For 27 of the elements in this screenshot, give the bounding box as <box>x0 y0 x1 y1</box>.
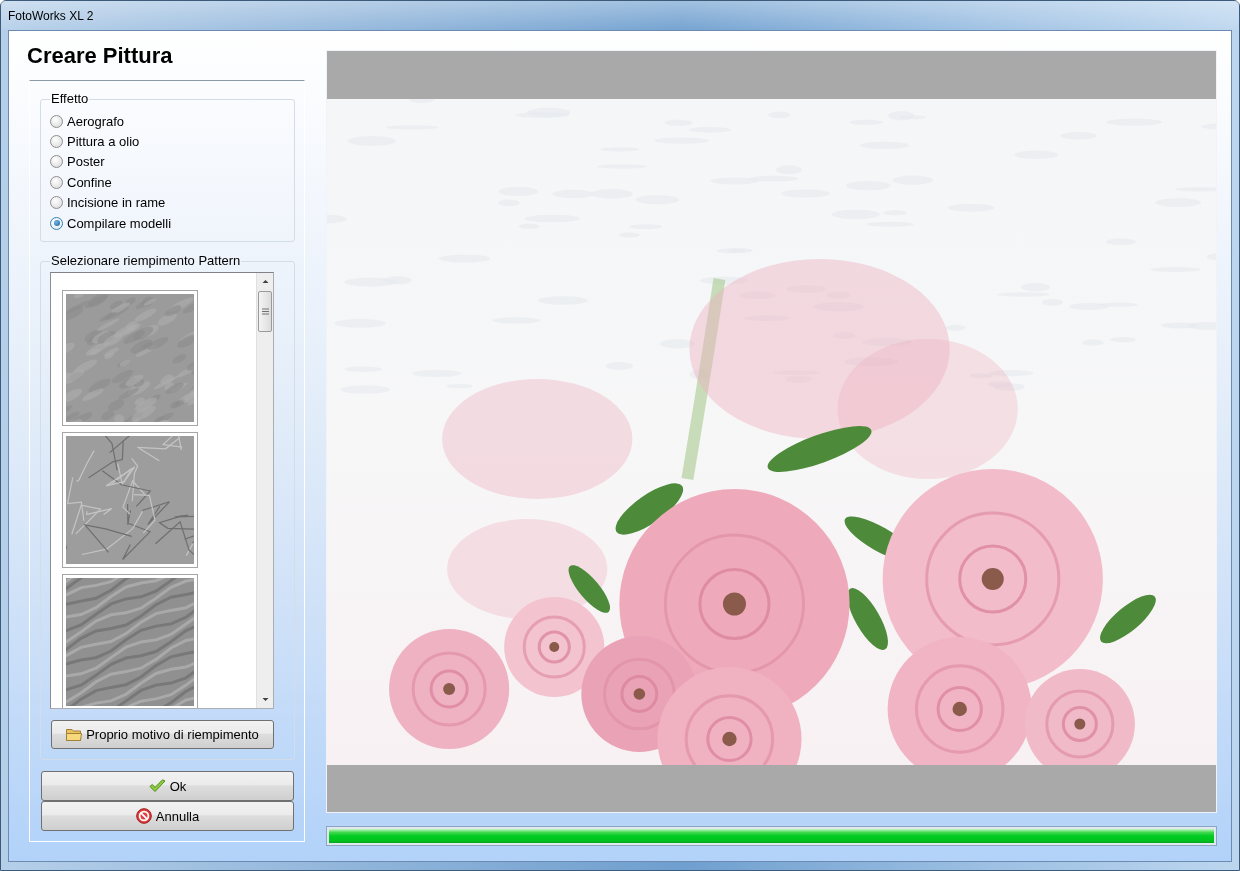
radio-button[interactable] <box>50 216 63 230</box>
scrollbar-thumb[interactable] <box>258 291 272 333</box>
radio-button[interactable] <box>50 196 63 210</box>
texture-thumbnail[interactable] <box>62 432 198 569</box>
texture-thumbnail[interactable] <box>62 290 198 427</box>
texture-thumbnail[interactable] <box>62 574 198 709</box>
folder-icon <box>66 728 83 742</box>
radio-label[interactable]: Incisione in rame <box>67 195 166 211</box>
group-label: Effetto <box>50 92 90 106</box>
radio-button[interactable] <box>50 175 63 189</box>
window-title: FotoWorks XL 2 <box>8 8 94 23</box>
radio-button[interactable] <box>50 114 63 128</box>
cancel-button[interactable]: Annulla <box>41 801 294 832</box>
checkmark-icon <box>148 779 166 794</box>
radio-button[interactable] <box>50 135 63 149</box>
radio-label[interactable]: Confine <box>67 174 112 190</box>
radio-label[interactable]: Aerografo <box>67 113 125 129</box>
group-label: Selezionare riempimento Pattern <box>50 254 242 269</box>
own-pattern-button[interactable]: Proprio motivo di riempimento <box>51 720 274 750</box>
radio-button[interactable] <box>50 155 63 169</box>
radio-label[interactable]: Pittura a olio <box>67 134 140 150</box>
radio-label[interactable]: Compilare modelli <box>67 215 172 231</box>
dialog-heading: Creare Pittura <box>27 43 174 69</box>
ok-button[interactable]: Ok <box>41 771 294 802</box>
no-entry-icon <box>135 808 152 825</box>
scrollbar-track[interactable] <box>256 273 273 709</box>
radio-label[interactable]: Poster <box>67 154 105 170</box>
